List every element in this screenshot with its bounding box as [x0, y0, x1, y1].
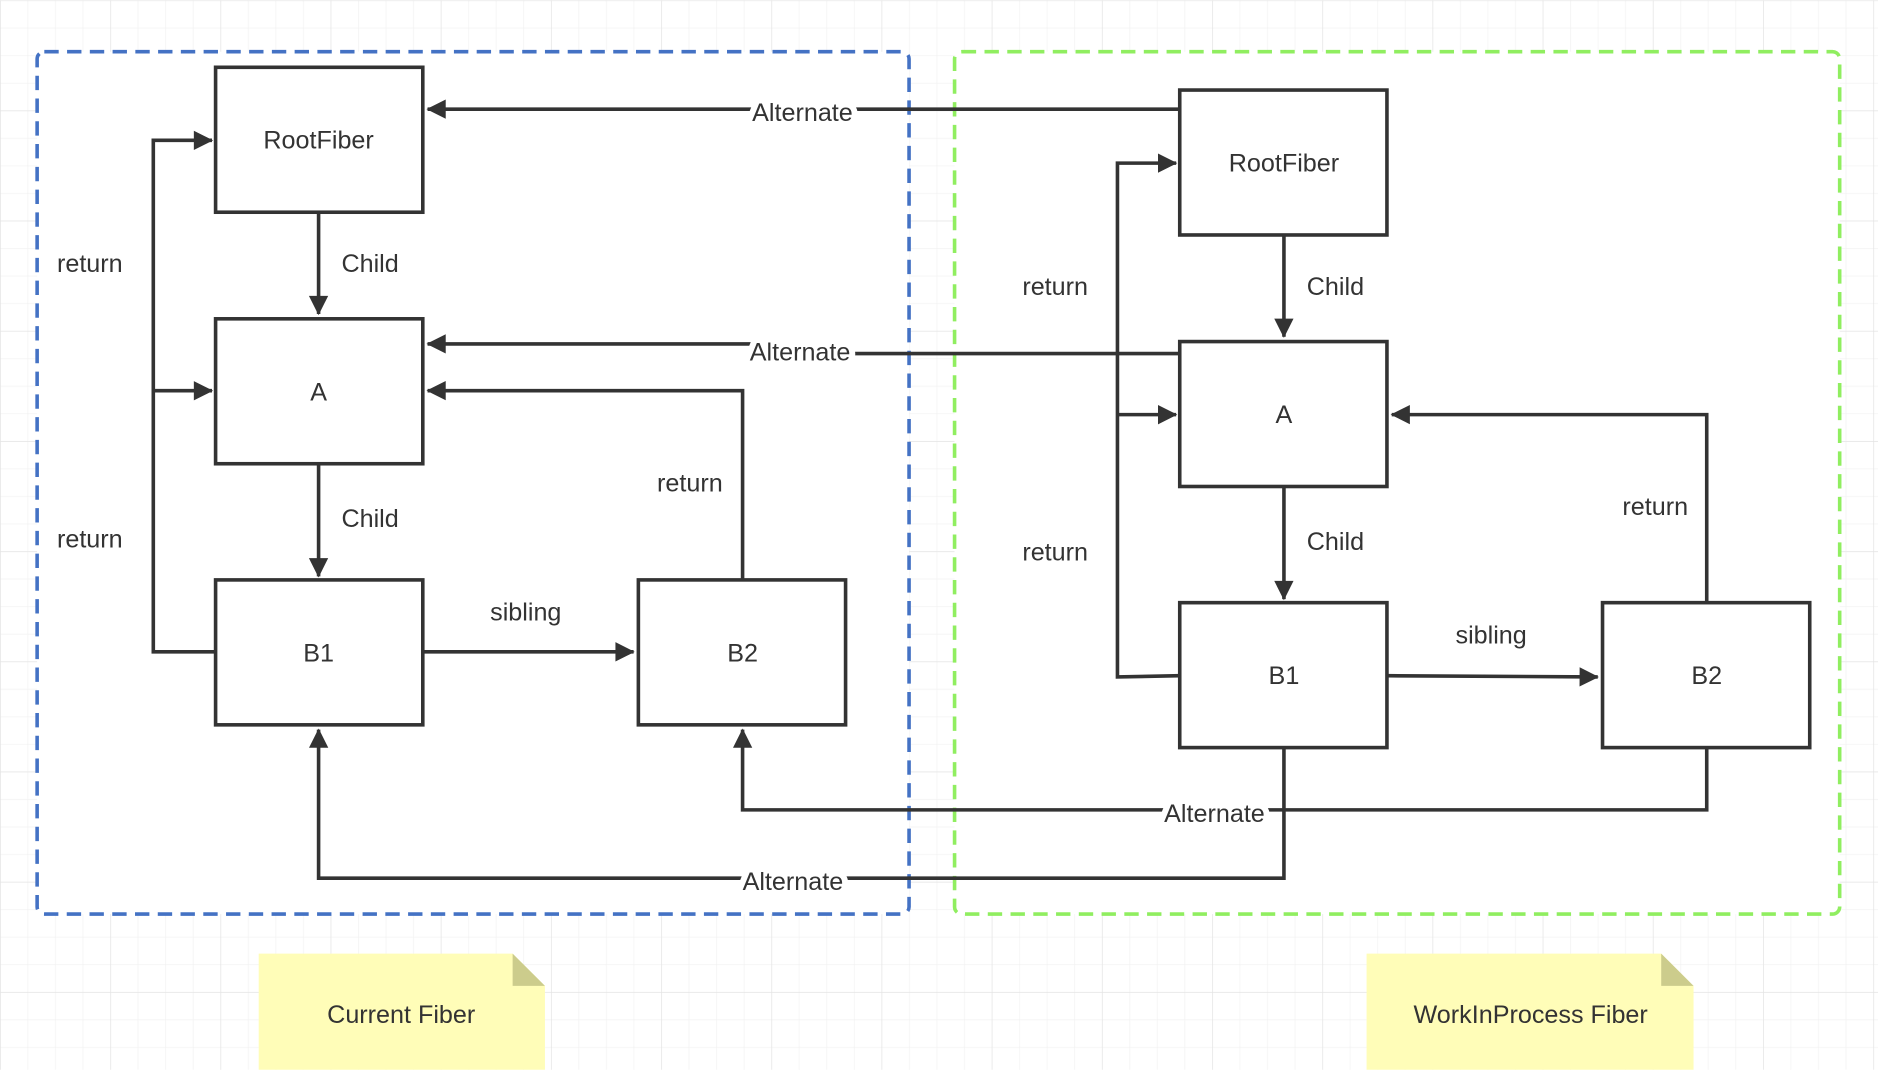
- node-label: B1: [303, 639, 334, 667]
- fiber-diagram-canvas: RootFiber A B1 B2 RootFiber A B1 B2 Chil…: [0, 0, 1878, 1070]
- label-alternate-root: Alternate: [752, 99, 853, 127]
- node-label: B2: [727, 639, 758, 667]
- label-wip-sibling: sibling: [1456, 621, 1527, 649]
- node-label: B1: [1269, 662, 1300, 690]
- label-wip-return-1: return: [1022, 273, 1088, 301]
- current-node-b2[interactable]: B2: [636, 578, 848, 727]
- note-workinprocess-fiber: WorkInProcess Fiber: [1366, 953, 1694, 1070]
- label-current-child-1: Child: [341, 250, 398, 278]
- node-label: B2: [1691, 662, 1722, 690]
- label-alternate-a: Alternate: [750, 339, 851, 367]
- label-current-child-2: Child: [341, 505, 398, 533]
- edge-wip-sibling: [1386, 667, 1599, 687]
- label-current-sibling: sibling: [490, 599, 561, 627]
- note-label: Current Fiber: [327, 1001, 475, 1029]
- wip-node-rootfiber[interactable]: RootFiber: [1177, 88, 1389, 237]
- node-label: A: [1276, 401, 1293, 429]
- label-current-return-1: return: [57, 250, 123, 278]
- label-wip-child-1: Child: [1307, 273, 1364, 301]
- label-current-return-3: return: [657, 469, 723, 497]
- label-wip-child-2: Child: [1307, 528, 1364, 556]
- note-label: WorkInProcess Fiber: [1414, 1001, 1648, 1029]
- current-node-rootfiber[interactable]: RootFiber: [213, 65, 425, 215]
- current-node-a[interactable]: A: [213, 317, 425, 466]
- label-wip-return-3: return: [1622, 493, 1688, 521]
- label-wip-return-2: return: [1022, 539, 1088, 567]
- node-label: RootFiber: [1229, 149, 1339, 177]
- label-alternate-b2: Alternate: [1164, 800, 1265, 828]
- note-current-fiber: Current Fiber: [258, 953, 545, 1070]
- current-fiber-group: [35, 49, 911, 916]
- node-label: A: [310, 378, 327, 406]
- wip-node-b2[interactable]: B2: [1600, 600, 1812, 750]
- label-alternate-b1: Alternate: [743, 868, 844, 896]
- node-label: RootFiber: [263, 127, 373, 155]
- wip-node-a[interactable]: A: [1177, 339, 1389, 489]
- current-node-b1[interactable]: B1: [213, 578, 425, 727]
- label-current-return-2: return: [57, 526, 123, 554]
- wip-node-b1[interactable]: B1: [1177, 600, 1389, 750]
